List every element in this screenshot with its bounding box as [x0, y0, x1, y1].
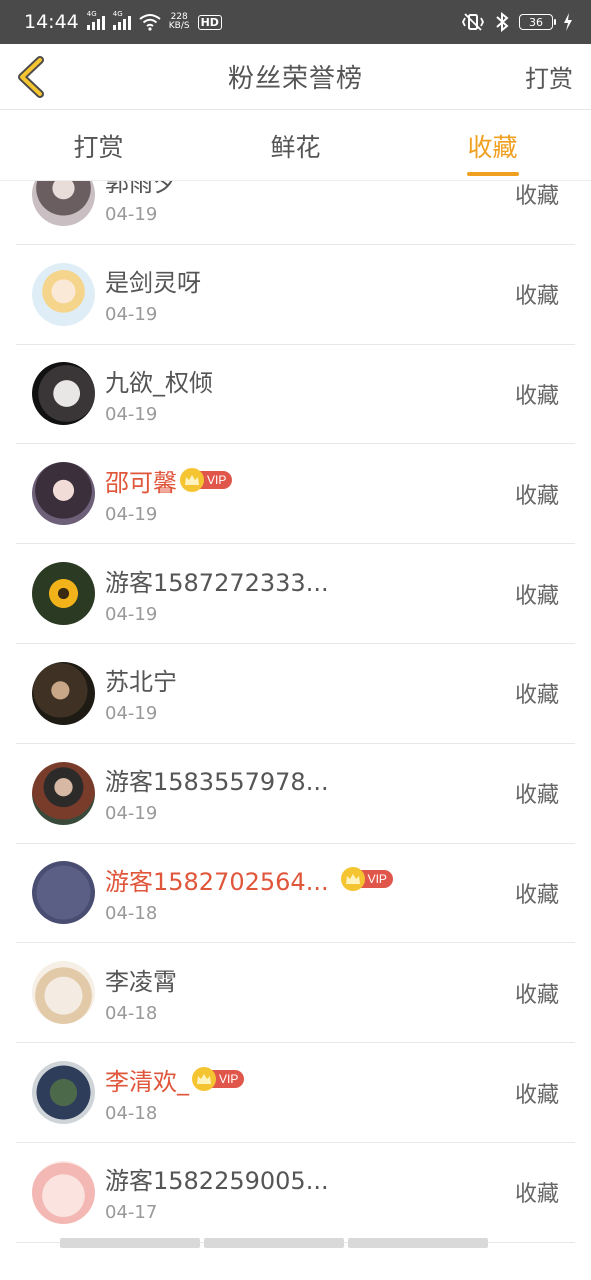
- action-label: 收藏: [514, 483, 559, 509]
- list-item[interactable]: 李清欢_ VIP 04-18 收藏: [16, 1043, 575, 1143]
- network-speed: 228 KB/S: [168, 12, 190, 31]
- date-label: 04-19: [105, 403, 158, 425]
- wifi-icon: [139, 14, 161, 31]
- crown-icon: [192, 1067, 216, 1092]
- vip-badge: VIP: [180, 468, 233, 493]
- user-name: 游客1583557978...: [105, 768, 329, 797]
- avatar[interactable]: [32, 1061, 95, 1125]
- date-label: 04-19: [105, 304, 158, 326]
- status-bar: 14:44 4G 4G 228 KB/S HD 36: [0, 0, 591, 44]
- user-name: 李清欢_: [105, 1067, 189, 1096]
- signal-icon: 4G: [86, 10, 105, 30]
- user-name: 九欲_权倾: [105, 368, 213, 397]
- signal-icon: 4G: [112, 10, 131, 30]
- date-label: 04-19: [105, 204, 158, 226]
- avatar[interactable]: [32, 1160, 95, 1224]
- avatar[interactable]: [32, 961, 95, 1025]
- user-name: 邵可馨: [105, 468, 177, 497]
- bluetooth-icon: [496, 12, 509, 32]
- list-item[interactable]: 是剑灵呀 04-19 收藏: [16, 245, 575, 345]
- list-item[interactable]: 李凌霄 04-18 收藏: [16, 943, 575, 1044]
- date-label: 04-19: [105, 703, 158, 725]
- status-time: 14:44: [24, 11, 79, 33]
- date-label: 04-19: [105, 503, 158, 525]
- list-item[interactable]: 苏北宁 04-19 收藏: [16, 644, 575, 744]
- user-name: 游客1582259005...: [105, 1167, 329, 1196]
- next-item-peek: [0, 1238, 591, 1258]
- page-title: 粉丝荣誉榜: [227, 64, 363, 94]
- chevron-left-icon[interactable]: [14, 54, 50, 100]
- user-name: 是剑灵呀: [105, 269, 201, 298]
- action-label: 收藏: [514, 982, 559, 1008]
- list-item[interactable]: 郭雨夕 04-19 收藏: [16, 181, 575, 245]
- list-item[interactable]: 游客1583557978... 04-19 收藏: [16, 744, 575, 844]
- list-item[interactable]: 游客1582702564... VIP 04-18 收藏: [16, 844, 575, 944]
- date-label: 04-19: [105, 803, 158, 825]
- charging-icon: [564, 13, 572, 31]
- list-item[interactable]: 九欲_权倾 04-19 收藏: [16, 345, 575, 445]
- vip-badge: VIP: [340, 867, 393, 892]
- avatar[interactable]: [32, 462, 95, 526]
- list-item[interactable]: 邵可馨 VIP 04-19 收藏: [16, 444, 575, 545]
- action-label: 收藏: [514, 284, 559, 310]
- vibrate-icon: [461, 13, 485, 31]
- crown-icon: [340, 867, 365, 892]
- hd-icon: HD: [197, 14, 222, 30]
- user-name: 苏北宁: [105, 668, 177, 697]
- user-name: 郭雨夕: [105, 181, 177, 198]
- reward-button[interactable]: 打赏: [525, 59, 573, 94]
- vip-badge: VIP: [192, 1067, 245, 1092]
- user-name: 李凌霄: [105, 967, 177, 996]
- avatar[interactable]: [32, 861, 95, 925]
- action-label: 收藏: [514, 1082, 559, 1108]
- avatar[interactable]: [32, 262, 95, 326]
- avatar[interactable]: [32, 181, 95, 226]
- action-label: 收藏: [514, 882, 559, 908]
- fan-list[interactable]: 郭雨夕 04-19 收藏 是剑灵呀 04-19 收藏 九欲_权倾 04-19 收…: [0, 181, 591, 1280]
- tab-flowers[interactable]: 鲜花: [197, 111, 394, 180]
- action-label: 收藏: [514, 683, 559, 709]
- action-label: 收藏: [514, 383, 559, 409]
- tab-bar: 打赏 鲜花 收藏: [0, 111, 591, 181]
- date-label: 04-19: [105, 603, 158, 625]
- date-label: 04-18: [105, 1002, 158, 1024]
- action-label: 收藏: [514, 184, 559, 210]
- action-label: 收藏: [514, 783, 559, 809]
- date-label: 04-18: [105, 902, 158, 924]
- date-label: 04-18: [105, 1102, 158, 1124]
- avatar[interactable]: [32, 661, 95, 725]
- action-label: 收藏: [514, 583, 559, 609]
- header: 粉丝荣誉榜 打赏: [0, 44, 591, 110]
- action-label: 收藏: [514, 1182, 559, 1208]
- list-item[interactable]: 游客1587272333... 04-19 收藏: [16, 544, 575, 644]
- avatar[interactable]: [32, 761, 95, 825]
- battery-icon: 36: [519, 14, 556, 30]
- user-name: 游客1582702564...: [105, 867, 329, 896]
- avatar[interactable]: [32, 362, 95, 426]
- tab-reward[interactable]: 打赏: [0, 111, 197, 180]
- tab-favorites[interactable]: 收藏: [394, 111, 591, 180]
- user-name: 游客1587272333...: [105, 568, 329, 597]
- list-item[interactable]: 游客1582259005... 04-17 收藏: [16, 1143, 575, 1243]
- avatar[interactable]: [32, 562, 95, 626]
- date-label: 04-17: [105, 1202, 158, 1224]
